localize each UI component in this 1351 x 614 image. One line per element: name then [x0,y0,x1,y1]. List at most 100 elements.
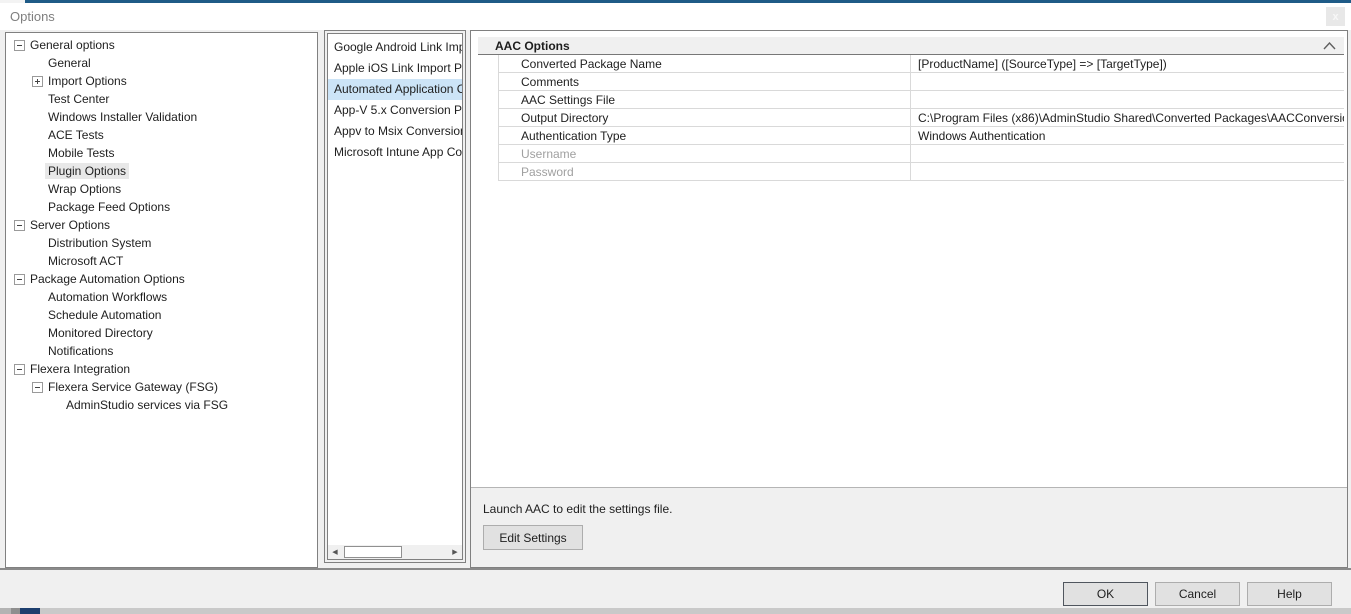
property-value[interactable]: Windows Authentication [910,127,1344,144]
property-value [910,145,1344,162]
plugins-listbox: Google Android Link Imp Apple iOS Link I… [327,33,463,560]
scroll-right-icon[interactable]: ▶ [448,545,462,559]
tree-item-import-options[interactable]: Import Options [6,72,317,90]
tree-item-ace-tests[interactable]: ACE Tests [6,126,317,144]
plugin-item-google-android[interactable]: Google Android Link Imp [328,37,462,58]
plugin-item-automated-application[interactable]: Automated Application C [328,79,462,100]
tree-item-flexera-service-gateway[interactable]: Flexera Service Gateway (FSG) [6,378,317,396]
tree-item-general-options[interactable]: General options [6,36,317,54]
property-rows: Converted Package Name[ProductName] ([So… [478,55,1344,181]
taskbar-segment [0,608,11,614]
dialog-footer: OK Cancel Help [0,568,1351,608]
tree-item-windows-installer-validation[interactable]: Windows Installer Validation [6,108,317,126]
tree-item-label: Automation Workflows [45,289,170,305]
property-row-aac-settings-file[interactable]: AAC Settings File [499,91,1344,109]
tree-item-flexera-integration[interactable]: Flexera Integration [6,360,317,378]
tree-item-label: Schedule Automation [45,307,164,323]
tree-item-label: Flexera Integration [27,361,133,377]
plugin-item-apple-ios[interactable]: Apple iOS Link Import Plu [328,58,462,79]
tree-item-microsoft-act[interactable]: Microsoft ACT [6,252,317,270]
indent-spacer [32,58,45,69]
property-row-converted-package-name[interactable]: Converted Package Name[ProductName] ([So… [499,55,1344,73]
plugin-item-appv-to-msix[interactable]: Appv to Msix Conversion [328,121,462,142]
tree-item-notifications[interactable]: Notifications [6,342,317,360]
indent-spacer [32,310,45,321]
tree-item-test-center[interactable]: Test Center [6,90,317,108]
taskbar-edge [0,608,1351,614]
property-label: Username [499,147,910,161]
property-value[interactable]: [ProductName] ([SourceType] => [TargetTy… [910,55,1344,72]
tree-item-general[interactable]: General [6,54,317,72]
help-button[interactable]: Help [1247,582,1332,606]
group-header-label: AAC Options [495,39,570,53]
property-row-output-directory[interactable]: Output DirectoryC:\Program Files (x86)\A… [499,109,1344,127]
property-grid: AAC Options Converted Package Name[Produ… [471,31,1347,487]
indent-spacer [32,328,45,339]
tree-item-label: Monitored Directory [45,325,156,341]
collapse-icon[interactable] [32,382,43,393]
tree-item-mobile-tests[interactable]: Mobile Tests [6,144,317,162]
options-tree: General options General Import Options T… [5,32,318,568]
tree-item-adminstudio-services-via-fsg[interactable]: AdminStudio services via FSG [6,396,317,414]
property-value[interactable]: C:\Program Files (x86)\AdminStudio Share… [910,109,1344,126]
property-value[interactable] [910,91,1344,108]
tree-item-label: Wrap Options [45,181,124,197]
ok-button[interactable]: OK [1063,582,1148,606]
tree-item-package-automation-options[interactable]: Package Automation Options [6,270,317,288]
tree-item-automation-workflows[interactable]: Automation Workflows [6,288,317,306]
tree-item-label: Mobile Tests [45,145,117,161]
indent-spacer [32,130,45,141]
tree-item-label: Import Options [45,73,130,89]
indent-spacer [32,346,45,357]
plugins-panel: Google Android Link Imp Apple iOS Link I… [324,30,466,563]
tree-item-package-feed-options[interactable]: Package Feed Options [6,198,317,216]
indent-spacer [32,202,45,213]
tree-item-server-options[interactable]: Server Options [6,216,317,234]
expand-icon[interactable] [32,76,43,87]
property-label: Output Directory [499,111,910,125]
indent-spacer [32,238,45,249]
collapse-icon[interactable] [14,220,25,231]
plugin-item-microsoft-intune[interactable]: Microsoft Intune App Cor [328,142,462,163]
indent-spacer [32,94,45,105]
plugin-item-appv-5x[interactable]: App-V 5.x Conversion Plu [328,100,462,121]
edit-settings-button[interactable]: Edit Settings [483,525,583,550]
property-row-username: Username [499,145,1344,163]
tree-item-label: Distribution System [45,235,154,251]
scroll-left-icon[interactable]: ◀ [328,545,342,559]
property-row-authentication-type[interactable]: Authentication TypeWindows Authenticatio… [499,127,1344,145]
aac-options-group-header[interactable]: AAC Options [478,37,1344,55]
tree-item-label: Server Options [27,217,113,233]
taskbar-segment [11,608,20,614]
options-dialog: Options x General options General Import… [0,0,1351,614]
tree-item-label-selected: Plugin Options [45,163,129,179]
tree-item-label: General options [27,37,118,53]
property-value[interactable] [910,73,1344,90]
dialog-title: Options [10,9,55,24]
collapse-icon[interactable] [14,364,25,375]
tree-item-schedule-automation[interactable]: Schedule Automation [6,306,317,324]
tree-item-label: Notifications [45,343,116,359]
indent-spacer [50,400,63,411]
tree-item-monitored-directory[interactable]: Monitored Directory [6,324,317,342]
indent-spacer [32,292,45,303]
collapse-icon[interactable] [14,274,25,285]
close-icon[interactable]: x [1326,7,1345,26]
tree-item-plugin-options[interactable]: Plugin Options [6,162,317,180]
property-row-comments[interactable]: Comments [499,73,1344,91]
tree-item-wrap-options[interactable]: Wrap Options [6,180,317,198]
title-bar: Options x [0,3,1351,30]
tree-item-label: Test Center [45,91,112,107]
collapse-icon[interactable] [14,40,25,51]
indent-spacer [32,112,45,123]
property-label: Converted Package Name [499,57,910,71]
tree-item-distribution-system[interactable]: Distribution System [6,234,317,252]
chevron-up-icon[interactable] [1323,42,1336,50]
horizontal-scrollbar[interactable]: ◀ ▶ [328,545,462,559]
plugins-list: Google Android Link Imp Apple iOS Link I… [328,34,462,545]
indent-spacer [32,184,45,195]
scrollbar-track[interactable] [342,545,448,559]
taskbar-app-icon [20,608,40,614]
cancel-button[interactable]: Cancel [1155,582,1240,606]
scrollbar-thumb[interactable] [344,546,402,558]
